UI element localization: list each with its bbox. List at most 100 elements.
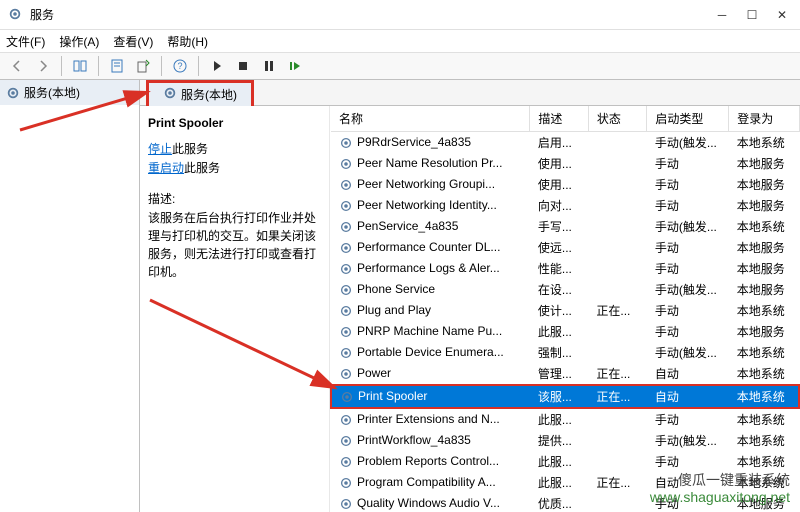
minimize-button[interactable]: ─ xyxy=(716,9,728,21)
cell-name: Print Spooler xyxy=(331,385,530,408)
cell-desc: 性能... xyxy=(530,258,589,279)
cell-desc: 优质... xyxy=(530,493,589,512)
title-bar: 服务 ─ ☐ ✕ xyxy=(0,0,800,30)
properties-button[interactable] xyxy=(106,55,128,77)
cell-logon: 本地服务 xyxy=(729,279,799,300)
nav-pane: 服务(本地) xyxy=(0,80,140,512)
cell-name: Plug and Play xyxy=(331,300,530,321)
cell-startup: 手动(触发... xyxy=(647,430,729,451)
column-startup[interactable]: 启动类型 xyxy=(647,106,729,132)
service-row[interactable]: Problem Reports Control...此服...手动本地系统 xyxy=(331,451,799,472)
service-row[interactable]: Program Compatibility A...此服...正在...自动本地… xyxy=(331,472,799,493)
cell-name: Performance Logs & Aler... xyxy=(331,258,530,279)
show-hide-button[interactable] xyxy=(69,55,91,77)
cell-name: Peer Networking Identity... xyxy=(331,195,530,216)
column-logon[interactable]: 登录为 xyxy=(729,106,799,132)
restart-service-button[interactable] xyxy=(284,55,306,77)
gear-icon xyxy=(163,86,177,103)
cell-desc: 在设... xyxy=(530,279,589,300)
service-row[interactable]: Peer Networking Identity...向对...手动本地服务 xyxy=(331,195,799,216)
menu-action[interactable]: 操作(A) xyxy=(59,33,99,50)
service-gear-icon xyxy=(339,157,353,171)
restart-service-link[interactable]: 重启动 xyxy=(148,161,184,175)
cell-desc: 强制... xyxy=(530,342,589,363)
service-gear-icon xyxy=(339,199,353,213)
cell-name: Quality Windows Audio V... xyxy=(331,493,530,512)
cell-status xyxy=(588,174,647,195)
cell-status: 正在... xyxy=(588,385,647,408)
service-row[interactable]: Quality Windows Audio V...优质...手动本地服务 xyxy=(331,493,799,512)
service-row[interactable]: Peer Networking Groupi...使用...手动本地服务 xyxy=(331,174,799,195)
window-controls: ─ ☐ ✕ xyxy=(716,9,792,21)
cell-status: 正在... xyxy=(588,300,647,321)
service-gear-icon xyxy=(339,476,353,490)
menu-file[interactable]: 文件(F) xyxy=(6,33,45,50)
back-button[interactable] xyxy=(6,55,28,77)
cell-logon: 本地系统 xyxy=(729,451,799,472)
service-gear-icon xyxy=(339,346,353,360)
nav-item-services-local[interactable]: 服务(本地) xyxy=(0,80,139,105)
tab-services-local[interactable]: 服务(本地) xyxy=(146,80,254,106)
service-row[interactable]: P9RdrService_4a835启用...手动(触发...本地系统 xyxy=(331,132,799,154)
column-name[interactable]: 名称 xyxy=(331,106,530,132)
svg-text:?: ? xyxy=(177,61,182,71)
export-button[interactable] xyxy=(132,55,154,77)
cell-logon: 本地服务 xyxy=(729,237,799,258)
cell-startup: 手动 xyxy=(647,153,729,174)
service-row[interactable]: PNRP Machine Name Pu...此服...手动本地服务 xyxy=(331,321,799,342)
main-pane: 服务(本地) Print Spooler 停止此服务 重启动此服务 描述: 该服… xyxy=(140,80,800,512)
cell-name: Program Compatibility A... xyxy=(331,472,530,493)
cell-name: PNRP Machine Name Pu... xyxy=(331,321,530,342)
service-gear-icon xyxy=(339,283,353,297)
menu-view[interactable]: 查看(V) xyxy=(113,33,153,50)
column-status[interactable]: 状态 xyxy=(588,106,647,132)
stop-service-button[interactable] xyxy=(232,55,254,77)
cell-logon: 本地服务 xyxy=(729,153,799,174)
cell-desc: 手写... xyxy=(530,216,589,237)
menu-help[interactable]: 帮助(H) xyxy=(167,33,208,50)
service-row[interactable]: PenService_4a835手写...手动(触发...本地系统 xyxy=(331,216,799,237)
close-button[interactable]: ✕ xyxy=(776,9,788,21)
cell-name: Peer Networking Groupi... xyxy=(331,174,530,195)
service-row[interactable]: Performance Logs & Aler...性能...手动本地服务 xyxy=(331,258,799,279)
cell-logon: 本地服务 xyxy=(729,195,799,216)
cell-startup: 手动 xyxy=(647,258,729,279)
forward-button[interactable] xyxy=(32,55,54,77)
services-list[interactable]: 名称 描述 状态 启动类型 登录为 P9RdrService_4a835启用..… xyxy=(330,106,800,512)
service-gear-icon xyxy=(339,413,353,427)
stop-service-link[interactable]: 停止 xyxy=(148,142,172,156)
cell-desc: 此服... xyxy=(530,451,589,472)
cell-desc: 使计... xyxy=(530,300,589,321)
description-label: 描述: xyxy=(148,190,321,207)
service-row[interactable]: Portable Device Enumera...强制...手动(触发...本… xyxy=(331,342,799,363)
maximize-button[interactable]: ☐ xyxy=(746,9,758,21)
service-gear-icon xyxy=(339,136,353,150)
service-row[interactable]: Print Spooler该服...正在...自动本地系统 xyxy=(331,385,799,408)
service-row[interactable]: PrintWorkflow_4a835提供...手动(触发...本地系统 xyxy=(331,430,799,451)
help-button[interactable]: ? xyxy=(169,55,191,77)
cell-desc: 使用... xyxy=(530,174,589,195)
menu-bar: 文件(F) 操作(A) 查看(V) 帮助(H) xyxy=(0,30,800,52)
toolbar-separator xyxy=(61,56,62,76)
pause-service-button[interactable] xyxy=(258,55,280,77)
start-service-button[interactable] xyxy=(206,55,228,77)
cell-status xyxy=(588,430,647,451)
service-row[interactable]: Printer Extensions and N...此服...手动本地系统 xyxy=(331,408,799,430)
service-gear-icon xyxy=(340,390,354,404)
service-row[interactable]: Peer Name Resolution Pr...使用...手动本地服务 xyxy=(331,153,799,174)
service-row[interactable]: Power管理...正在...自动本地系统 xyxy=(331,363,799,385)
toolbar-separator xyxy=(98,56,99,76)
cell-desc: 此服... xyxy=(530,408,589,430)
service-row[interactable]: Performance Counter DL...使远...手动本地服务 xyxy=(331,237,799,258)
service-gear-icon xyxy=(339,262,353,276)
cell-name: Printer Extensions and N... xyxy=(331,408,530,430)
cell-desc: 使远... xyxy=(530,237,589,258)
service-row[interactable]: Plug and Play使计...正在...手动本地系统 xyxy=(331,300,799,321)
column-description[interactable]: 描述 xyxy=(530,106,589,132)
cell-startup: 手动 xyxy=(647,174,729,195)
cell-status xyxy=(588,195,647,216)
service-row[interactable]: Phone Service在设...手动(触发...本地服务 xyxy=(331,279,799,300)
cell-status xyxy=(588,153,647,174)
gear-icon xyxy=(6,86,20,100)
cell-name: PenService_4a835 xyxy=(331,216,530,237)
